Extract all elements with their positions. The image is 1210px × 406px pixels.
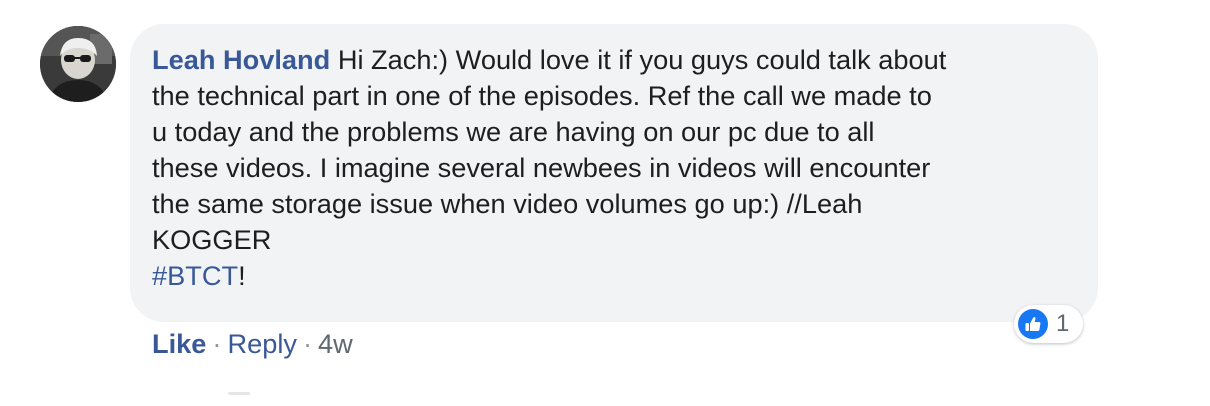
avatar[interactable]	[40, 26, 116, 102]
comment: Leah Hovland Hi Zach:) Would love it if …	[0, 0, 1210, 406]
separator-dot: ·	[212, 328, 222, 359]
avatar-photo	[40, 26, 116, 102]
comment-line: Leah Hovland Hi Zach:) Would love it if …	[152, 42, 1076, 78]
comment-text: Hi Zach:) Would love it if you guys coul…	[330, 44, 947, 75]
comment-actions: Like · Reply · 4w	[152, 326, 353, 362]
thumbs-up-icon	[1018, 309, 1048, 339]
comment-line: #BTCT!	[152, 258, 1076, 294]
reaction-count: 1	[1056, 310, 1070, 337]
reaction-summary[interactable]: 1	[1014, 305, 1084, 343]
comment-bubble: Leah Hovland Hi Zach:) Would love it if …	[130, 24, 1098, 322]
comment-text: the technical part in one of the episode…	[152, 80, 932, 111]
separator-dot: ·	[302, 328, 313, 359]
comment-text: KOGGER	[152, 224, 272, 255]
next-comment-edge	[228, 392, 250, 395]
hashtag-link[interactable]: #BTCT	[152, 260, 238, 291]
comment-text: u today and the problems we are having o…	[152, 116, 875, 147]
comment-text: these videos. I imagine several newbees …	[152, 152, 931, 183]
comment-text: the same storage issue when video volume…	[152, 188, 863, 219]
like-button[interactable]: Like	[152, 328, 206, 359]
reply-button[interactable]: Reply	[227, 328, 297, 359]
author-name[interactable]: Leah Hovland	[152, 44, 330, 75]
comment-text: !	[238, 260, 246, 291]
timestamp[interactable]: 4w	[318, 328, 353, 359]
